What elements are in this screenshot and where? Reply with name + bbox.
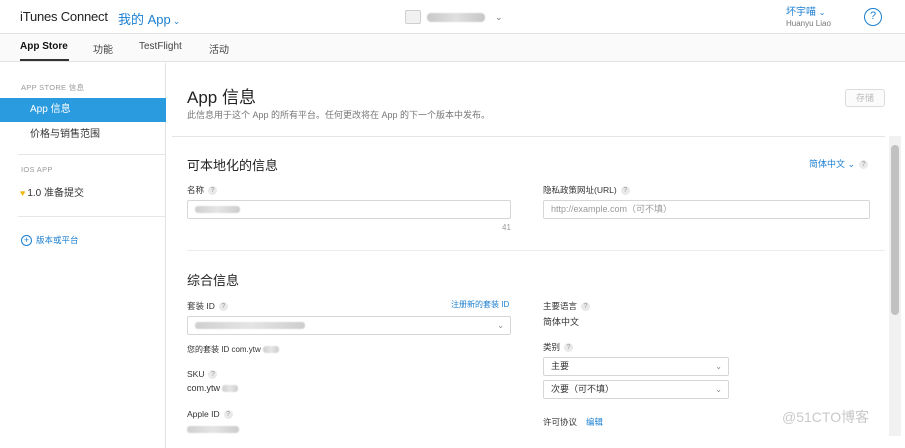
- primary-language-label-text: 主要语言: [543, 301, 578, 311]
- primary-category-select[interactable]: 主要 ⌄: [543, 357, 729, 376]
- license-edit-link[interactable]: 编辑: [586, 416, 603, 428]
- sidebar-divider: [18, 216, 166, 217]
- plus-circle-icon: +: [21, 234, 32, 246]
- help-icon[interactable]: ?: [620, 186, 630, 196]
- heart-icon: ♥: [20, 188, 26, 198]
- tab-app-store[interactable]: App Store: [20, 41, 68, 52]
- sidebar-item-version[interactable]: ♥ 1.0 准备提交: [0, 181, 166, 205]
- privacy-url-input[interactable]: http://example.com（可不填）: [543, 200, 870, 219]
- redacted-text: [195, 206, 240, 214]
- sidebar-divider: [18, 154, 166, 155]
- secondary-category-value: 次要（可不填）: [551, 384, 615, 394]
- bundle-id-select[interactable]: ⌄: [187, 316, 511, 335]
- app-name-redacted: [427, 12, 485, 22]
- redacted-text: [262, 346, 279, 354]
- name-label-text: 名称: [187, 185, 205, 195]
- sidebar: APP STORE 信息 App 信息 价格与销售范围 IOS APP ♥ 1.0…: [0, 63, 166, 448]
- page-description: 此信息用于这个 App 的所有平台。任何更改将在 App 的下一个版本中发布。: [187, 110, 491, 120]
- help-icon[interactable]: ?: [564, 343, 574, 353]
- chevron-down-icon: ⌄: [715, 385, 722, 394]
- chevron-down-icon: ⌄: [497, 321, 504, 330]
- help-icon[interactable]: ?: [223, 410, 233, 420]
- section-title-general: 综合信息: [187, 273, 240, 288]
- watermark: @51CTO博客: [782, 409, 870, 425]
- brand-title[interactable]: iTunes Connect: [20, 9, 108, 24]
- version-label: 1.0 准备提交: [27, 188, 85, 199]
- redacted-text: [195, 322, 305, 330]
- chevron-down-icon: ⌄: [847, 159, 856, 169]
- sku-value-text: com.ytw: [187, 383, 221, 393]
- secondary-category-select[interactable]: 次要（可不填） ⌄: [543, 380, 729, 399]
- scrollbar-thumb[interactable]: [891, 145, 899, 315]
- sub-navigation: App Store 功能 TestFlight 活动: [0, 34, 905, 62]
- top-header: iTunes Connect 我的 App ⌄ ⌄ 坏宇喵 ⌄ Huanyu Li…: [0, 0, 905, 34]
- save-button[interactable]: 存储: [845, 89, 885, 107]
- add-version-button[interactable]: + 版本或平台: [21, 234, 79, 246]
- sku-label-text: SKU: [187, 369, 205, 379]
- main-content: App 信息 此信息用于这个 App 的所有平台。任何更改将在 App 的下一个…: [167, 63, 905, 448]
- apple-id-value: [187, 424, 239, 434]
- active-tab-indicator: [20, 59, 69, 61]
- add-version-label: 版本或平台: [36, 235, 79, 245]
- section-title-localizable: 可本地化的信息: [187, 158, 279, 173]
- chevron-down-icon: ⌄: [715, 362, 722, 371]
- sku-label: SKU?: [187, 369, 218, 380]
- sku-value: com.ytw: [187, 383, 239, 393]
- tab-activity[interactable]: 活动: [209, 41, 229, 56]
- my-app-menu[interactable]: 我的 App ⌄: [118, 9, 180, 28]
- language-label: 简体中文: [809, 159, 846, 169]
- chevron-down-icon: ⌄: [495, 11, 503, 22]
- bundle-id-label: 套装 ID?: [187, 300, 228, 312]
- page-title: App 信息: [187, 88, 256, 107]
- app-icon: [405, 10, 421, 24]
- primary-category-value: 主要: [551, 361, 570, 371]
- primary-language-label: 主要语言?: [543, 300, 591, 312]
- help-icon[interactable]: ?: [208, 370, 218, 380]
- chevron-down-icon: ⌄: [818, 8, 826, 17]
- license-label: 许可协议: [543, 417, 578, 427]
- apple-id-label-text: Apple ID: [187, 409, 220, 419]
- category-label: 类别?: [543, 341, 574, 353]
- chevron-down-icon: ⌄: [172, 16, 181, 26]
- tab-features[interactable]: 功能: [93, 41, 113, 56]
- category-label-text: 类别: [543, 342, 561, 352]
- bundle-id-hint-text: 您的套装 ID com.ytw: [187, 345, 261, 354]
- tab-testflight[interactable]: TestFlight: [139, 41, 182, 52]
- redacted-text: [187, 426, 239, 434]
- register-bundle-id-link[interactable]: 注册新的套装 ID: [451, 299, 509, 310]
- name-label: 名称?: [187, 184, 218, 196]
- name-input[interactable]: [187, 200, 511, 219]
- privacy-url-label-text: 隐私政策网址(URL): [543, 185, 617, 195]
- app-info-panel: 可本地化的信息 简体中文 ⌄? 名称? 41 隐私政策网址(URL)? http…: [172, 136, 885, 448]
- app-picker[interactable]: ⌄: [405, 9, 503, 25]
- sidebar-item-app-info[interactable]: App 信息: [0, 98, 166, 122]
- bundle-id-hint: 您的套装 ID com.ytw: [187, 344, 279, 355]
- name-char-count: 41: [502, 223, 511, 232]
- language-selector[interactable]: 简体中文 ⌄?: [809, 157, 869, 170]
- privacy-url-label: 隐私政策网址(URL)?: [543, 184, 630, 196]
- user-name: 坏宇喵: [786, 7, 816, 18]
- section-divider: [187, 250, 885, 251]
- apple-id-label: Apple ID?: [187, 409, 233, 420]
- help-icon[interactable]: ?: [859, 160, 869, 170]
- sidebar-section-app-store: APP STORE 信息: [21, 83, 85, 92]
- bundle-id-label-text: 套装 ID: [187, 301, 215, 311]
- user-menu[interactable]: 坏宇喵 ⌄ Huanyu Liao: [786, 3, 831, 28]
- help-icon[interactable]: ?: [218, 302, 228, 312]
- sidebar-section-ios-app: IOS APP: [21, 165, 53, 174]
- primary-language-value: 简体中文: [543, 317, 580, 327]
- help-icon[interactable]: ?: [581, 302, 591, 312]
- help-button[interactable]: ?: [864, 8, 882, 26]
- redacted-text: [222, 385, 239, 393]
- user-subname: Huanyu Liao: [786, 19, 831, 28]
- help-icon[interactable]: ?: [208, 186, 218, 196]
- my-app-label: 我的 App: [118, 12, 171, 27]
- sidebar-item-pricing[interactable]: 价格与销售范围: [0, 123, 166, 147]
